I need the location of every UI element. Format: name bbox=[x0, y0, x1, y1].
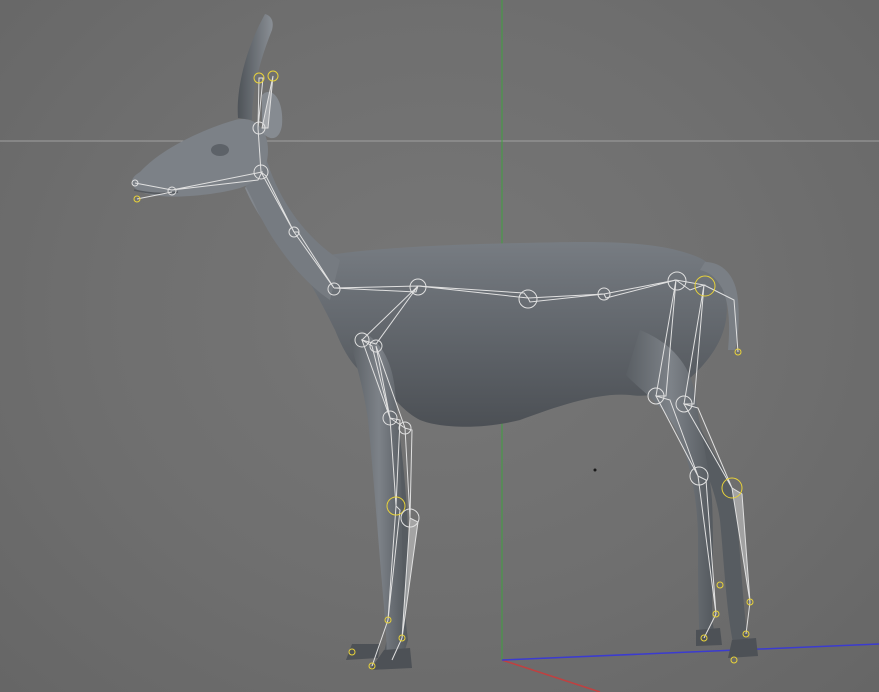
gazelle-eye bbox=[211, 144, 229, 156]
far-hind-hoof[interactable] bbox=[728, 638, 758, 658]
near-hind-hoof[interactable] bbox=[696, 628, 722, 646]
scene-origin-dot bbox=[593, 468, 597, 472]
z-axis-line bbox=[501, 643, 879, 661]
viewport-canvas[interactable] bbox=[0, 0, 879, 692]
joint-hind-hoof-tip[interactable] bbox=[730, 656, 738, 664]
joint-hind-pastern-mid[interactable] bbox=[716, 581, 724, 589]
3d-viewport[interactable] bbox=[0, 0, 879, 692]
gazelle-mesh[interactable] bbox=[132, 14, 758, 670]
x-axis-line bbox=[501, 659, 601, 692]
near-hind-leg[interactable] bbox=[626, 330, 716, 644]
